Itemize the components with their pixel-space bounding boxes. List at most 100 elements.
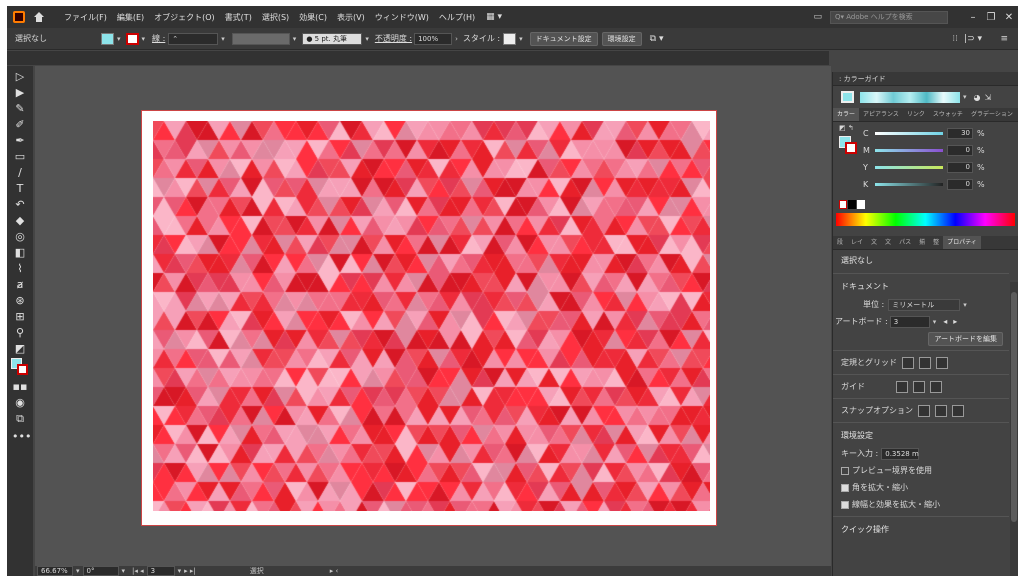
paintbrush-icon[interactable]: ∕ — [12, 166, 28, 180]
tab-layers[interactable]: レイ — [847, 236, 867, 249]
menu-type[interactable]: 書式(T) — [220, 12, 257, 23]
brush-field[interactable]: ● 5 pt. 丸筆 — [302, 32, 363, 45]
harmony-strip[interactable] — [860, 91, 960, 103]
fill-swatch[interactable] — [101, 32, 114, 45]
first-artboard-icon[interactable]: |◂ ◂ — [132, 567, 144, 575]
menu-effect[interactable]: 効果(C) — [294, 12, 332, 23]
stroke-weight-field[interactable]: ⌃ — [168, 32, 219, 45]
lock-guides-icon[interactable] — [913, 380, 925, 393]
channel-y-slider[interactable] — [875, 166, 943, 169]
artboard-select[interactable]: 3 — [889, 315, 930, 328]
color-guide-base-swatch[interactable] — [841, 91, 854, 103]
snap-icon[interactable]: |⊃ ▾ — [964, 34, 982, 44]
color-spectrum[interactable] — [836, 213, 1015, 226]
draw-mode-icon[interactable]: ◉ — [12, 396, 28, 410]
chevron-down-icon[interactable]: ▾ — [963, 301, 967, 309]
menu-edit[interactable]: 編集(E) — [112, 12, 149, 23]
help-search-input[interactable]: Q▾ Adobe ヘルプを検索 — [830, 10, 948, 24]
home-icon[interactable] — [33, 11, 45, 23]
grid-icon[interactable] — [919, 356, 931, 369]
chevron-right-icon[interactable]: › — [455, 35, 458, 43]
artboard-tool-icon[interactable]: ⊞ — [12, 310, 28, 324]
tab-paragraph[interactable]: 段 — [833, 236, 847, 249]
tab-text[interactable]: 文 — [881, 236, 895, 249]
eraser-icon[interactable]: ◆ — [12, 214, 28, 228]
blend-tool-icon[interactable]: ⱥ — [12, 278, 28, 292]
triangle-pattern-artwork[interactable] — [153, 121, 710, 511]
opacity-field[interactable]: 100% — [414, 32, 453, 45]
selection-tool-icon[interactable]: ▷ — [12, 70, 28, 84]
smart-guides-icon[interactable] — [930, 380, 942, 393]
tab-character[interactable]: 文 — [867, 236, 881, 249]
channel-m-slider[interactable] — [875, 149, 943, 152]
tab-links[interactable]: リンク — [903, 108, 929, 121]
menu-view[interactable]: 表示(V) — [332, 12, 370, 23]
channel-y-field[interactable]: 0 — [947, 162, 973, 173]
none-black-white-swatches[interactable] — [839, 200, 1012, 209]
channel-k-slider[interactable] — [875, 183, 943, 186]
transparency-grid-icon[interactable] — [936, 356, 948, 369]
pen-tool-icon[interactable]: ✒ — [12, 134, 28, 148]
color-guide-header[interactable]: : カラーガイド — [833, 72, 1018, 86]
channel-m-field[interactable]: 0 — [947, 145, 973, 156]
chevron-down-icon[interactable]: ▾ — [142, 35, 146, 43]
eyedropper-icon[interactable]: ⌇ — [12, 262, 28, 276]
tab-align[interactable]: 揃 — [915, 236, 929, 249]
grid-icon[interactable]: ⁞⁞ — [952, 34, 958, 44]
stroke-swatch[interactable] — [125, 32, 139, 45]
edit-artboards-button[interactable]: アートボードを編集 — [928, 331, 1003, 346]
close-icon[interactable]: ✕ — [1000, 12, 1018, 23]
default-colors-icon[interactable]: ◩ — [12, 342, 28, 356]
rectangle-tool-icon[interactable]: ▭ — [12, 150, 28, 164]
units-select[interactable]: ミリメートル — [888, 298, 961, 311]
artboard[interactable] — [142, 111, 716, 525]
last-artboard-icon[interactable]: ▸ ▸| — [184, 567, 196, 575]
chevron-down-icon[interactable]: ▾ — [519, 35, 523, 43]
tab-color[interactable]: カラー — [833, 108, 860, 121]
artboard-nav-field[interactable]: 3 — [146, 566, 175, 576]
arrange-icon[interactable]: ⧉ ▾ — [650, 34, 664, 44]
document-settings-button[interactable]: ドキュメント設定 — [529, 31, 598, 46]
preferences-button[interactable]: 環境設定 — [601, 31, 642, 46]
guides-icon[interactable] — [896, 380, 908, 393]
magic-wand-icon[interactable]: ✎ — [12, 102, 28, 116]
menu-window[interactable]: ウィンドウ(W) — [370, 12, 434, 23]
chevron-down-icon[interactable]: ▾ — [117, 35, 121, 43]
chevron-down-icon[interactable]: ▾ — [221, 35, 225, 43]
preview-bounds-checkbox[interactable] — [841, 466, 849, 475]
color-stroke-swatch[interactable] — [845, 142, 857, 154]
direct-selection-tool-icon[interactable]: ▶ — [12, 86, 28, 100]
chevron-down-icon[interactable]: ▾ — [963, 93, 967, 101]
panel-scrollbar[interactable] — [1010, 282, 1018, 576]
color-wheel-icon[interactable]: ◕ — [974, 93, 981, 102]
ruler-icon[interactable] — [902, 356, 914, 369]
arrange-docs-icon[interactable]: ▭ — [813, 12, 822, 22]
snap-pixel-icon[interactable] — [952, 404, 964, 417]
snap-point-icon[interactable] — [918, 404, 930, 417]
chevron-down-icon[interactable]: ▾ — [76, 567, 80, 575]
rotation-field[interactable]: 0° — [82, 566, 119, 576]
tab-gradient[interactable]: グラデーション — [967, 108, 1017, 121]
lasso-icon[interactable]: ✐ — [12, 118, 28, 132]
screen-mode-icon[interactable]: ⧉ — [12, 412, 28, 426]
gradient-tool-icon[interactable]: ◧ — [12, 246, 28, 260]
menu-select[interactable]: 選択(S) — [257, 12, 294, 23]
swap-colors-icon[interactable]: ◩ ↰ — [839, 124, 854, 132]
status-menu-icon[interactable]: ▸ ‹ — [330, 567, 339, 575]
tab-properties[interactable]: プロパティ — [943, 236, 981, 249]
variable-width-field[interactable] — [231, 32, 290, 45]
chevron-down-icon[interactable]: ▾ — [365, 35, 369, 43]
channel-c-slider[interactable] — [875, 132, 943, 135]
menu-help[interactable]: ヘルプ(H) — [434, 12, 480, 23]
zoom-tool-icon[interactable]: ⚲ — [12, 326, 28, 340]
style-swatch[interactable] — [503, 32, 517, 45]
channel-c-field[interactable]: 30 — [947, 128, 973, 139]
workspace-switcher-icon[interactable]: ▦ ▾ — [486, 12, 502, 22]
save-group-icon[interactable]: ⇲ — [985, 93, 992, 102]
chevron-down-icon[interactable]: ▾ — [178, 567, 182, 575]
canvas-area[interactable] — [35, 66, 831, 566]
warp-tool-icon[interactable]: ◎ — [12, 230, 28, 244]
channel-k-field[interactable]: 0 — [947, 179, 973, 190]
zoom-field[interactable]: 66.67% — [37, 566, 73, 576]
scale-strokes-checkbox[interactable] — [841, 500, 849, 509]
